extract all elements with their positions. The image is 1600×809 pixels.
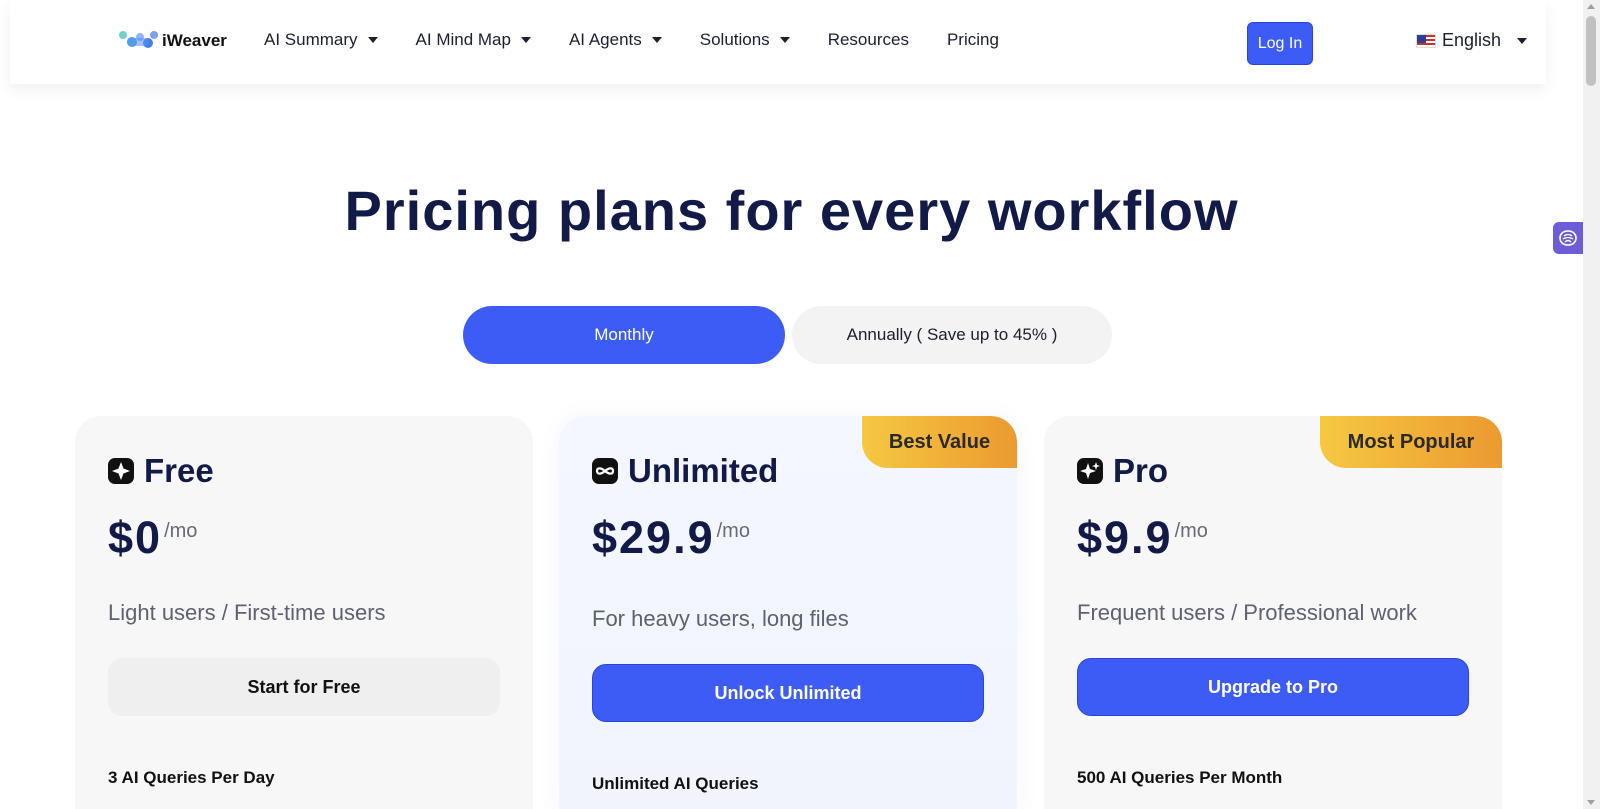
chevron-down-icon <box>1517 37 1528 44</box>
plan-description: For heavy users, long files <box>592 606 849 631</box>
language-label: English <box>1442 30 1502 50</box>
plan-name: Pro <box>1113 452 1169 489</box>
scrollbar-thumb[interactable] <box>1586 16 1596 86</box>
start-for-free-button[interactable]: Start for Free <box>108 658 500 716</box>
brand-name: iWeaver <box>162 31 227 50</box>
plan-feature: 3 AI Queries Per Day <box>108 768 275 787</box>
us-flag-icon <box>1416 33 1436 48</box>
sparkle-icon <box>108 458 134 484</box>
nav-label: Solutions <box>699 30 770 49</box>
unlock-unlimited-button[interactable]: Unlock Unlimited <box>592 664 984 722</box>
chevron-down-icon <box>651 37 662 43</box>
best-value-badge: Best Value <box>862 416 1017 468</box>
chevron-down-icon <box>779 37 790 43</box>
main-nav: AI Summary AI Mind Map AI Agents Solutio… <box>264 30 1037 50</box>
top-navigation-bar: iWeaver AI Summary AI Mind Map AI Agents… <box>10 0 1546 84</box>
plan-feature: Unlimited AI Queries <box>592 774 759 793</box>
plan-header: Pro <box>1077 452 1168 490</box>
nav-resources[interactable]: Resources <box>828 30 909 50</box>
plan-card-free: Free $0 /mo Light users / First-time use… <box>75 416 533 809</box>
price-period: /mo <box>716 520 750 542</box>
nav-solutions[interactable]: Solutions <box>700 30 790 50</box>
plan-name: Unlimited <box>628 452 779 489</box>
plan-price: $9.9 /mo <box>1077 512 1208 564</box>
nav-label: AI Summary <box>264 30 358 49</box>
upgrade-to-pro-button[interactable]: Upgrade to Pro <box>1077 658 1469 716</box>
nav-ai-mind-map[interactable]: AI Mind Map <box>416 30 531 50</box>
nav-ai-summary[interactable]: AI Summary <box>264 30 378 50</box>
plan-card-unlimited: Best Value Unlimited $29.9 /mo For heavy… <box>559 416 1017 809</box>
price-amount: $29.9 <box>592 512 715 563</box>
price-amount: $0 <box>108 512 163 563</box>
page-scrollbar[interactable] <box>1583 0 1600 809</box>
chevron-down-icon <box>520 37 531 43</box>
plan-feature: 500 AI Queries Per Month <box>1077 768 1283 787</box>
iweaver-logo-icon <box>119 31 158 48</box>
chevron-down-icon <box>367 37 378 43</box>
language-selector[interactable]: English <box>1416 30 1528 51</box>
price-period: /mo <box>1174 520 1208 542</box>
plan-name: Free <box>144 452 214 489</box>
scroll-down-arrow-icon[interactable] <box>1587 800 1595 805</box>
nav-label: AI Mind Map <box>415 30 511 49</box>
billing-monthly-toggle[interactable]: Monthly <box>463 306 785 364</box>
price-amount: $9.9 <box>1077 512 1173 563</box>
plan-card-pro: Most Popular Pro $9.9 /mo Frequent users… <box>1044 416 1502 809</box>
price-period: /mo <box>164 520 198 542</box>
login-button[interactable]: Log In <box>1247 22 1313 65</box>
nav-label: AI Agents <box>568 30 642 49</box>
nav-label: Resources <box>827 30 909 49</box>
plan-description: Frequent users / Professional work <box>1077 600 1417 625</box>
plan-header: Unlimited <box>592 452 778 490</box>
scroll-up-arrow-icon[interactable] <box>1587 4 1595 9</box>
page-title: Pricing plans for every workflow <box>344 179 1239 242</box>
plan-header: Free <box>108 452 214 490</box>
plan-price: $29.9 /mo <box>592 512 750 564</box>
sparkles-icon <box>1077 458 1103 484</box>
plan-description: Light users / First-time users <box>108 600 386 625</box>
brand-logo[interactable]: iWeaver <box>118 28 227 54</box>
nav-ai-agents[interactable]: AI Agents <box>569 30 662 50</box>
plan-price: $0 /mo <box>108 512 197 564</box>
infinity-icon <box>592 458 618 484</box>
nav-label: Pricing <box>946 30 999 49</box>
billing-annual-toggle[interactable]: Annually ( Save up to 45% ) <box>792 306 1112 364</box>
most-popular-badge: Most Popular <box>1320 416 1502 468</box>
nav-pricing[interactable]: Pricing <box>947 30 999 50</box>
